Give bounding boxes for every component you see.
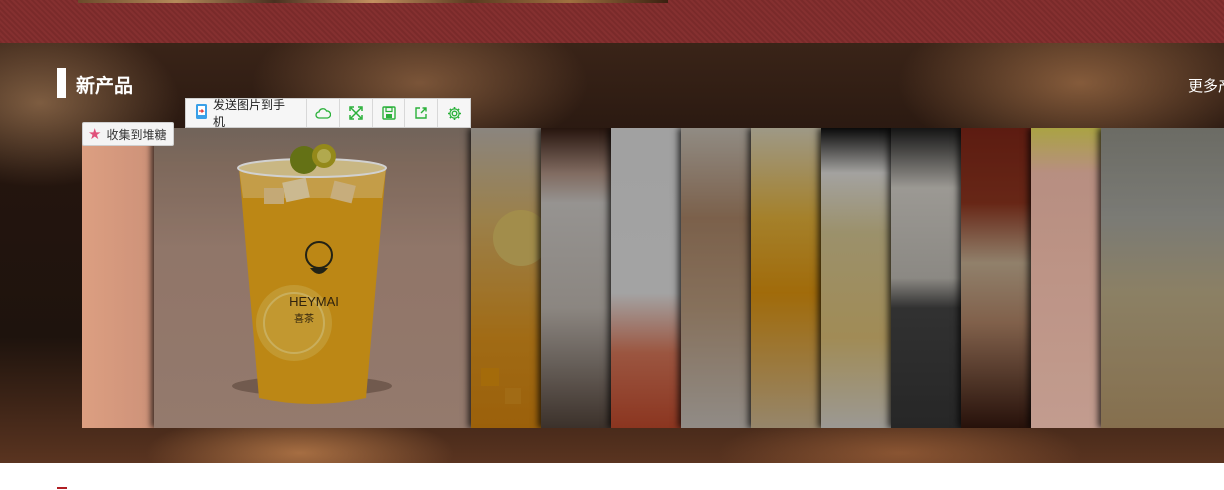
send-to-phone-label: 发送图片到手机 (213, 98, 286, 129)
fullscreen-icon (349, 106, 363, 120)
gallery-panel[interactable] (751, 128, 821, 428)
gallery-panel[interactable] (961, 128, 1031, 428)
top-image-strip (78, 0, 668, 3)
share-button[interactable] (405, 99, 439, 127)
save-icon (381, 106, 396, 120)
cloud-save-button[interactable] (307, 99, 340, 127)
gallery-panel[interactable] (821, 128, 891, 428)
collect-to-duitang-button[interactable]: ★ 收集到堆糖 (82, 122, 175, 146)
star-icon: ★ (88, 126, 102, 143)
gallery-panel[interactable] (1031, 128, 1101, 428)
gallery-panel[interactable] (541, 128, 611, 428)
top-banner-band (0, 0, 1224, 43)
gallery-panel[interactable] (611, 128, 681, 428)
collect-label: 收集到堆糖 (106, 127, 167, 142)
next-section-marker (57, 487, 67, 489)
cloud-icon (315, 108, 332, 119)
phone-send-icon (195, 103, 208, 123)
product-accordion-gallery: HEYMAI 喜茶 (82, 128, 1224, 428)
more-products-link[interactable]: 更多产品 (1188, 75, 1224, 96)
gallery-panel[interactable] (891, 128, 961, 428)
section-title-marker (57, 68, 66, 98)
settings-button[interactable] (438, 99, 470, 127)
new-products-section: 新产品 更多产品 HEYMAI (0, 43, 1224, 463)
gallery-panel[interactable] (471, 128, 549, 428)
image-hover-toolbar: 发送图片到手机 (185, 98, 471, 129)
gallery-panel[interactable] (82, 128, 154, 428)
save-image-button[interactable] (373, 99, 406, 127)
fullscreen-button[interactable] (340, 99, 373, 127)
gallery-panel-featured[interactable]: HEYMAI 喜茶 (154, 128, 471, 428)
settings-icon (447, 106, 461, 120)
share-icon (415, 107, 428, 119)
gallery-panel[interactable] (1101, 128, 1224, 428)
gallery-panel[interactable] (681, 128, 751, 428)
send-to-phone-button[interactable]: 发送图片到手机 (186, 98, 308, 129)
section-title: 新产品 (76, 76, 134, 97)
